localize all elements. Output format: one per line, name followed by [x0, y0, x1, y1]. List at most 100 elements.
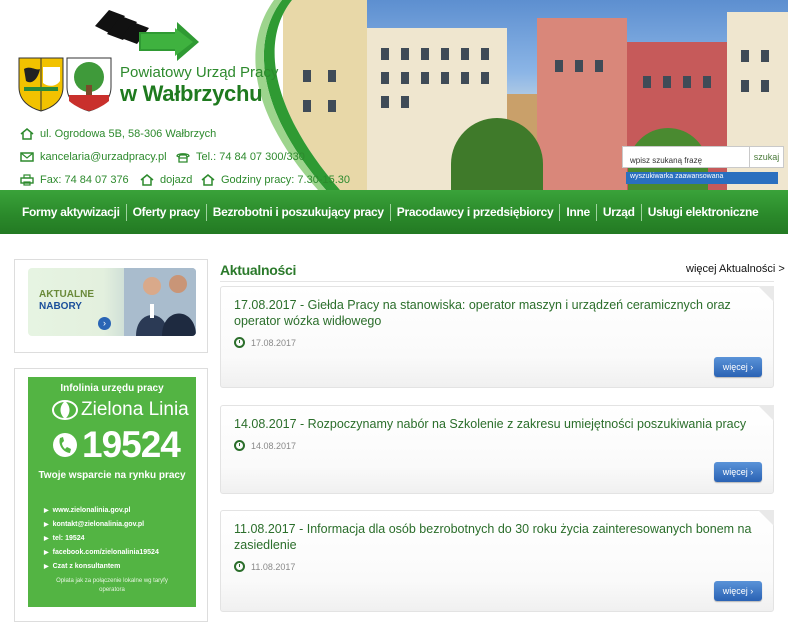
email-text: kancelaria@urzadpracy.pl	[40, 151, 167, 163]
more-button[interactable]: więcej ›	[714, 462, 762, 482]
chevron-right-icon[interactable]: ›	[98, 317, 111, 330]
fax-text: Fax: 74 84 07 376	[40, 174, 129, 186]
address-text: ul. Ogrodowa 5B, 58-306 Wałbrzych	[40, 128, 217, 140]
zielona-linia-title: Infolinia urzędu pracy	[60, 383, 164, 394]
clock-icon	[234, 337, 245, 348]
more-button-label: więcej	[722, 362, 748, 372]
zielona-linia-number-text: 19524	[82, 424, 181, 465]
home-icon	[20, 128, 34, 140]
nav-separator	[640, 203, 642, 221]
sidebar-box-nabory: AKTUALNE NABORY ›	[14, 259, 208, 353]
phone-icon	[53, 433, 77, 457]
news-title-link[interactable]: 11.08.2017 - Informacja dla osób bezrobo…	[234, 521, 754, 553]
nav-item-bezrobotni[interactable]: Bezrobotni i poszukujący pracy	[208, 205, 389, 219]
zielona-linia-subtitle: Twoje wsparcie na rynku pracy	[38, 470, 186, 481]
fax: Fax: 74 84 07 376	[20, 174, 129, 186]
opening-hours: Godziny pracy: 7.30-15.30	[201, 174, 350, 186]
coat-of-arms-icon	[66, 57, 112, 112]
chevron-right-icon: >	[775, 263, 785, 275]
zielona-linia-logo: Zielona Linia	[52, 399, 189, 421]
nav-separator	[559, 203, 561, 221]
triangle-right-icon: ▶	[44, 549, 49, 556]
news-date: 14.08.2017	[234, 440, 296, 451]
more-button-label: więcej	[722, 586, 748, 596]
phone-icon	[176, 153, 190, 163]
zielona-linia-leaf-icon	[52, 400, 78, 420]
hours-text: Godziny pracy: 7.30-15.30	[221, 174, 351, 186]
news-card: 11.08.2017 - Informacja dla osób bezrobo…	[220, 510, 774, 612]
nav-item-uslugi-elektroniczne[interactable]: Usługi elektroniczne	[643, 205, 764, 219]
main-nav: Formy aktywizacji Oferty pracy Bezrobotn…	[0, 190, 788, 234]
brand-line-2: w Wałbrzychu	[120, 81, 263, 106]
more-news-link[interactable]: więcej Aktualności >	[686, 263, 785, 275]
more-button[interactable]: więcej ›	[714, 357, 762, 377]
search-input[interactable]	[622, 146, 750, 168]
directions-text: dojazd	[160, 174, 193, 186]
home-icon	[201, 174, 215, 186]
nav-separator	[125, 203, 127, 221]
header: Powiatowy Urząd Pracy w Wałbrzychu ul. O…	[0, 0, 788, 190]
envelope-icon	[20, 152, 34, 162]
printer-icon	[20, 174, 34, 186]
nav-separator	[205, 203, 207, 221]
more-news-text: więcej Aktualności	[686, 263, 776, 275]
business-people-image	[124, 268, 196, 336]
nav-separator	[389, 203, 391, 221]
logo-arrow-icon	[95, 10, 199, 61]
news-title-link[interactable]: 14.08.2017 - Rozpoczynamy nabór na Szkol…	[234, 416, 754, 432]
zl-link-email[interactable]: ▶ kontakt@zielonalinia.gov.pl	[44, 517, 159, 531]
zielona-linia-footnote: Opłata jak za połączenie lokalne wg tary…	[56, 578, 168, 593]
zl-link-facebook[interactable]: ▶ facebook.com/zielonalinia19524	[44, 545, 159, 559]
news-title-link[interactable]: 17.08.2017 - Giełda Pracy na stanowiska:…	[234, 297, 754, 329]
nav-item-urzad[interactable]: Urząd	[598, 205, 640, 219]
zielona-linia-banner[interactable]: Infolinia urzędu pracy Zielona Linia 195…	[28, 377, 196, 607]
aktualne-nabory-banner[interactable]: AKTUALNE NABORY ›	[28, 268, 196, 336]
zielona-linia-number: 19524	[52, 424, 181, 466]
search-button[interactable]: szukaj	[750, 146, 784, 168]
zl-link-text: www.zielonalinia.gov.pl	[52, 506, 131, 514]
advanced-search-link[interactable]: wyszukiwarka zaawansowana	[626, 172, 778, 184]
chevron-right-icon: ›	[747, 467, 754, 477]
page-fold-decoration	[758, 510, 774, 526]
zl-link-chat[interactable]: ▶ Czat z konsultantem	[44, 559, 159, 573]
phone-text: Tel.: 74 84 07 300/330	[196, 151, 305, 163]
news-date: 11.08.2017	[234, 561, 295, 572]
zl-link-website[interactable]: ▶ www.zielonalinia.gov.pl	[44, 503, 159, 517]
news-date-text: 17.08.2017	[251, 337, 297, 348]
triangle-right-icon: ▶	[44, 535, 49, 542]
triangle-right-icon: ▶	[44, 521, 49, 528]
clock-icon	[234, 561, 245, 572]
sidebar-box-zielona-linia: Infolinia urzędu pracy Zielona Linia 195…	[14, 368, 208, 622]
more-button-label: więcej	[722, 467, 748, 477]
clock-icon	[234, 440, 245, 451]
nabory-line-2: NABORY	[39, 301, 82, 312]
phone: Tel.: 74 84 07 300/330	[176, 151, 305, 163]
address: ul. Ogrodowa 5B, 58-306 Wałbrzych	[20, 128, 216, 140]
news-card: 14.08.2017 - Rozpoczynamy nabór na Szkol…	[220, 405, 774, 494]
directions-link[interactable]: dojazd	[140, 174, 192, 186]
zl-link-phone[interactable]: ▶ tel: 19524	[44, 531, 159, 545]
town-hall	[537, 18, 627, 190]
news-date-text: 11.08.2017	[251, 561, 296, 572]
coat-of-arms-icon	[18, 57, 64, 112]
nav-item-inne[interactable]: Inne	[561, 205, 594, 219]
chevron-right-icon: ›	[747, 362, 754, 372]
news-date: 17.08.2017	[234, 337, 296, 348]
home-icon	[140, 174, 154, 186]
triangle-right-icon: ▶	[44, 563, 49, 570]
zl-link-text: Czat z konsultantem	[52, 562, 121, 570]
news-date-text: 14.08.2017	[251, 440, 297, 451]
triangle-right-icon: ▶	[44, 507, 49, 514]
chevron-right-icon: ›	[747, 586, 754, 596]
zl-link-text: kontakt@zielonalinia.gov.pl	[52, 520, 145, 528]
zl-link-text: tel: 19524	[52, 534, 85, 542]
nav-item-oferty-pracy[interactable]: Oferty pracy	[128, 205, 205, 219]
page-fold-decoration	[758, 405, 774, 421]
nav-item-formy-aktywizacji[interactable]: Formy aktywizacji	[17, 205, 125, 219]
nav-item-pracodawcy[interactable]: Pracodawcy i przedsiębiorcy	[392, 205, 559, 219]
more-button[interactable]: więcej ›	[714, 581, 762, 601]
zielona-linia-logo-text: Zielona Linia	[81, 399, 189, 420]
nav-separator	[595, 203, 597, 221]
email-link[interactable]: kancelaria@urzadpracy.pl	[20, 151, 167, 163]
zl-link-text: facebook.com/zielonalinia19524	[52, 548, 159, 556]
